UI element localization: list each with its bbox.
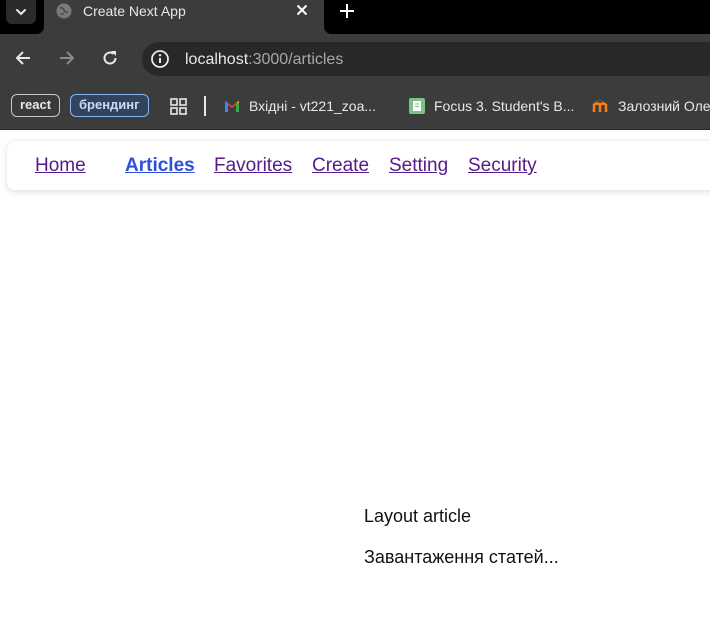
nav-link-home[interactable]: Home	[35, 155, 86, 177]
tab-strip: Create Next App	[0, 0, 710, 34]
tab-title: Create Next App	[83, 3, 186, 19]
gmail-icon	[225, 101, 239, 112]
bookmark-focus-label: Focus 3. Student's B...	[434, 98, 575, 114]
site-navbar: Home Articles Favorites Create Setting S…	[7, 141, 710, 190]
url-path: :3000/articles	[248, 51, 344, 68]
url-text[interactable]: localhost:3000/articles	[185, 51, 343, 69]
nav-link-articles[interactable]: Articles	[125, 155, 195, 177]
nav-link-setting[interactable]: Setting	[389, 155, 448, 177]
apps-grid-icon[interactable]	[170, 98, 187, 115]
plus-icon[interactable]	[338, 2, 356, 20]
bookmark-gmail-label: Вхідні - vt221_zoa...	[249, 98, 377, 114]
bookmark-gmail[interactable]: Вхідні - vt221_zoa...	[223, 97, 376, 115]
browser-toolbar: localhost:3000/articles	[0, 34, 710, 82]
tab-active[interactable]: Create Next App	[36, 0, 332, 34]
bookmark-zaloznyi-label: Залозний Оле	[618, 98, 710, 114]
moodle-icon	[592, 99, 608, 112]
nav-link-security[interactable]: Security	[468, 155, 537, 177]
info-icon[interactable]	[150, 49, 170, 69]
forward-arrow-icon[interactable]	[57, 48, 77, 68]
bookmark-focus[interactable]: Focus 3. Student's B...	[408, 97, 574, 115]
nav-link-favorites[interactable]: Favorites	[214, 155, 292, 177]
reload-icon[interactable]	[100, 48, 120, 68]
back-arrow-icon[interactable]	[13, 48, 33, 68]
close-icon[interactable]	[294, 2, 310, 18]
book-icon	[409, 98, 425, 114]
nav-link-create[interactable]: Create	[312, 155, 369, 177]
tab-search-button[interactable]	[6, 0, 36, 24]
address-bar[interactable]: localhost:3000/articles	[142, 42, 710, 76]
url-host: localhost	[185, 51, 249, 68]
bookmark-zaloznyi[interactable]: Залозний Оле	[592, 97, 710, 115]
bookmark-separator	[204, 96, 206, 116]
bookmark-react[interactable]: react	[11, 94, 61, 117]
layout-title: Layout article	[364, 506, 472, 526]
tab-search-icon	[16, 9, 26, 16]
globe-icon	[56, 3, 72, 19]
bookmarks-bar: react брендинг Вхідні - vt221_zoa... Foc…	[0, 82, 710, 130]
loading-text: Завантаження статей...	[364, 547, 559, 567]
bookmark-branding[interactable]: брендинг	[70, 94, 149, 117]
